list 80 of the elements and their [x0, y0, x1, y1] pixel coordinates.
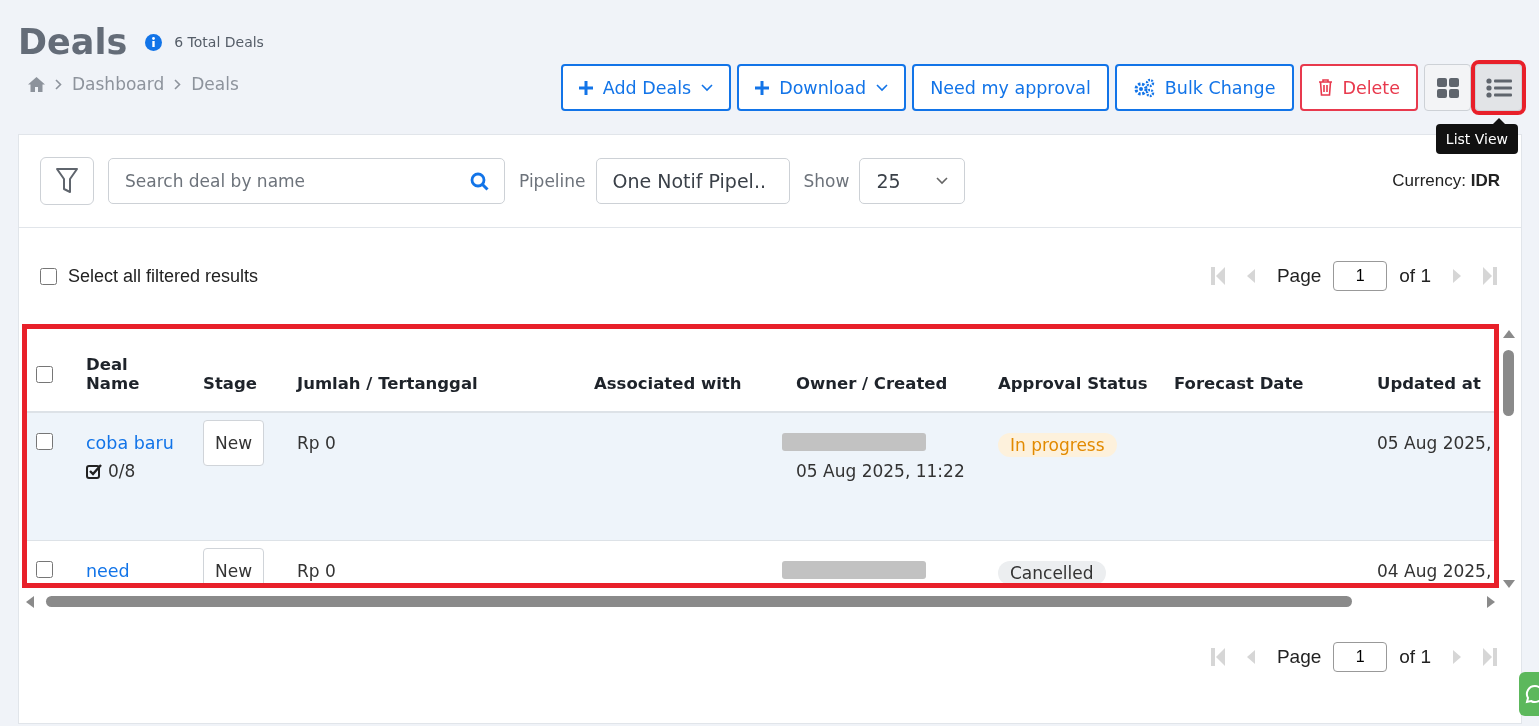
filter-icon: [55, 167, 79, 195]
delete-button[interactable]: Delete: [1299, 64, 1418, 111]
tooltip: List View: [1435, 124, 1518, 154]
last-page-icon: [1483, 267, 1497, 285]
show-label: Show: [803, 171, 850, 191]
deal-link[interactable]: coba baru: [86, 433, 187, 453]
checked-box-icon: [86, 463, 102, 479]
filter-button[interactable]: [40, 157, 94, 205]
column-header: Deal Name: [86, 355, 141, 393]
first-page-icon: [1210, 648, 1225, 666]
column-header: Jumlah / Tertanggal: [297, 374, 479, 393]
page-total: of 1: [1399, 265, 1431, 287]
first-page-icon: [1210, 267, 1225, 285]
chevron-down-icon: [876, 83, 889, 92]
scroll-down-icon: [1503, 580, 1515, 588]
search-field[interactable]: Search deal by name: [108, 158, 505, 204]
plus-icon: [755, 80, 770, 95]
status-pill: Cancelled: [998, 560, 1106, 585]
currency-text: Currency: IDR: [1392, 171, 1500, 191]
trash-icon: [1317, 79, 1333, 96]
column-header: Owner / Created: [796, 374, 949, 393]
created-date: 05 Aug 2025, 11:22: [796, 461, 966, 481]
total-deals-count: 6 Total Deals: [174, 34, 264, 50]
list-icon: [1485, 77, 1512, 98]
amount-text: Rp 0: [297, 433, 336, 453]
chevron-down-icon: [701, 83, 714, 92]
action-button[interactable]: Add Deals: [560, 64, 732, 111]
task-count: 0/8: [108, 461, 136, 481]
column-header: Stage: [203, 374, 258, 393]
page-size-select[interactable]: 25: [859, 158, 966, 204]
grid-view-button[interactable]: [1424, 64, 1471, 111]
column-header: Associated with: [594, 374, 743, 393]
page-label: Page: [1276, 265, 1322, 287]
amount-text: Rp 0: [297, 560, 336, 581]
home-icon: [28, 76, 45, 92]
select-all-checkbox[interactable]: [40, 267, 57, 285]
row-checkbox[interactable]: [36, 560, 53, 578]
action-button[interactable]: Need my approval: [912, 64, 1109, 111]
page-input[interactable]: 1: [1333, 261, 1388, 291]
column-header: Updated at: [1377, 374, 1482, 393]
next-page-icon: [1453, 650, 1461, 664]
breadcrumb-link[interactable]: Dashboard: [72, 74, 165, 94]
chevron-right-icon: [174, 78, 182, 90]
page-total: of 1: [1399, 646, 1431, 668]
previous-page-icon: [1246, 650, 1255, 664]
row-checkbox[interactable]: [36, 433, 53, 450]
updated-date: 04 Aug 2025,: [1377, 560, 1492, 581]
search-icon: [470, 172, 489, 191]
scroll-right-icon: [1487, 596, 1495, 608]
plus-icon: [578, 80, 593, 95]
next-page-icon: [1453, 269, 1461, 283]
stage-tag: New: [203, 420, 265, 466]
status-pill: In progress: [998, 433, 1117, 457]
tooltip-pointer-icon: [1493, 118, 1505, 124]
page-title: Deals: [18, 22, 128, 62]
page-input[interactable]: 1: [1333, 642, 1388, 672]
breadcrumb-link[interactable]: Deals: [191, 74, 239, 94]
select-all-label: Select all filtered results: [68, 265, 259, 287]
info-icon: [145, 33, 163, 51]
scrollbar-thumb[interactable]: [1503, 350, 1514, 416]
chat-icon: [1525, 684, 1539, 704]
scroll-up-icon: [1503, 330, 1515, 338]
previous-page-icon: [1246, 269, 1255, 283]
header-checkbox[interactable]: [36, 366, 53, 383]
column-header: Approval Status: [998, 374, 1149, 393]
scroll-left-icon: [26, 596, 34, 608]
pipeline-label: Pipeline: [519, 171, 586, 191]
action-button[interactable]: Bulk Change: [1114, 64, 1294, 111]
action-button[interactable]: Download: [737, 64, 907, 111]
column-header: Forecast Date: [1174, 374, 1305, 393]
deal-link[interactable]: need: [86, 560, 187, 581]
scrollbar-thumb[interactable]: [46, 596, 1352, 607]
pipeline-select[interactable]: One Notif Pipel..: [595, 158, 790, 204]
gears-icon: [1132, 77, 1155, 98]
page-label: Page: [1276, 646, 1322, 668]
grid-icon: [1436, 77, 1459, 98]
last-page-icon: [1483, 648, 1497, 666]
chevron-down-icon: [936, 177, 949, 185]
updated-date: 05 Aug 2025,: [1377, 433, 1492, 453]
chevron-right-icon: [55, 78, 62, 90]
